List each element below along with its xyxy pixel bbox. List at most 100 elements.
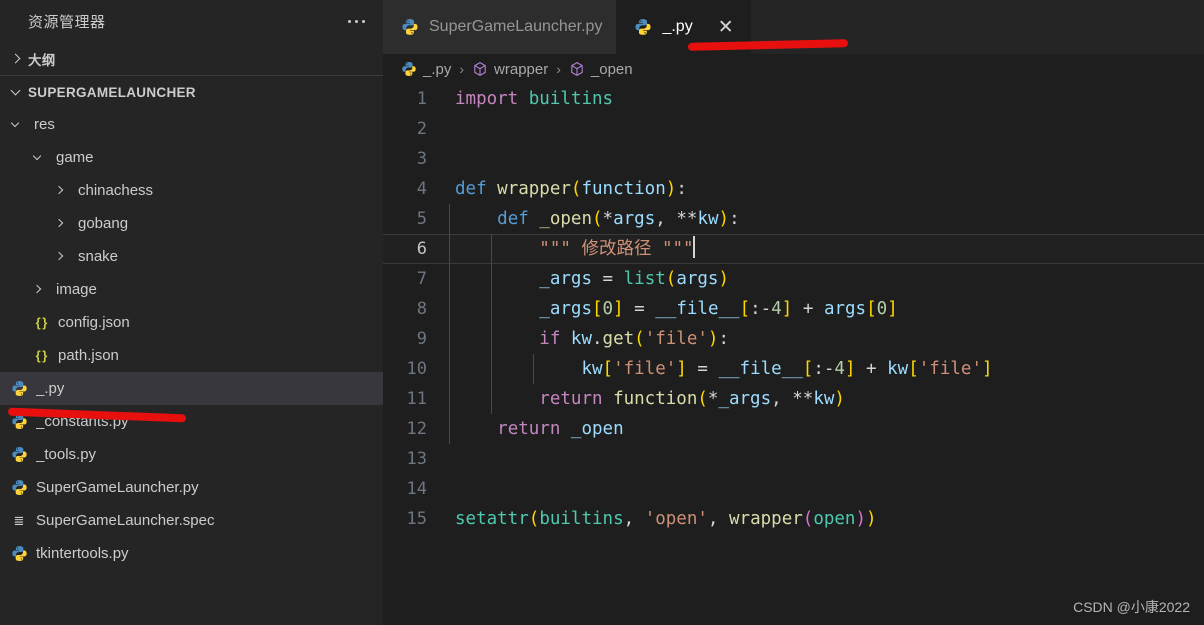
tab-supergamelauncher-py[interactable]: SuperGameLauncher.py bbox=[383, 0, 617, 54]
tree-item-label: tkintertools.py bbox=[36, 545, 129, 562]
line-number: 1 bbox=[416, 89, 427, 109]
code-editor[interactable]: 1 import builtins 2 3 4 def wrapper(function)… bbox=[383, 84, 1204, 625]
tree-item-label: gobang bbox=[78, 215, 129, 232]
breadcrumb-label: wrapper bbox=[494, 60, 549, 78]
tree-item-label: game bbox=[56, 149, 94, 166]
code-line[interactable]: 4 def wrapper(function): bbox=[383, 174, 1204, 204]
editor-tab-bar: SuperGameLauncher.py _.py ✕ bbox=[383, 0, 1204, 54]
spec-file-icon: ≣ bbox=[13, 513, 25, 528]
indent-guide bbox=[491, 264, 493, 294]
section-outline[interactable]: 大纲 bbox=[0, 42, 383, 75]
code-line[interactable]: 13 bbox=[383, 444, 1204, 474]
indent-guide bbox=[491, 384, 493, 414]
chevron-right-icon bbox=[30, 282, 46, 298]
tree-item-path-json[interactable]: { } path.json bbox=[0, 339, 383, 372]
tree-item-res[interactable]: res bbox=[0, 108, 383, 141]
tree-item-label: chinachess bbox=[78, 182, 154, 199]
watermark: CSDN @小康2022 bbox=[1073, 599, 1190, 615]
section-outline-label: 大纲 bbox=[28, 52, 56, 68]
tree-item-py[interactable]: _.py bbox=[0, 372, 383, 405]
code-line[interactable]: 9 if kw.get('file'): bbox=[383, 324, 1204, 354]
tree-item-image[interactable]: image bbox=[0, 273, 383, 306]
indent-guide bbox=[449, 384, 450, 414]
code-line[interactable]: 3 bbox=[383, 144, 1204, 174]
python-icon bbox=[8, 543, 30, 565]
code-line-text: import builtins bbox=[455, 89, 614, 109]
line-number: 15 bbox=[406, 509, 427, 529]
indent-guide bbox=[491, 294, 493, 324]
tree-item-snake[interactable]: snake bbox=[0, 240, 383, 273]
tree-item-tools-py[interactable]: _tools.py bbox=[0, 438, 383, 471]
line-number: 10 bbox=[406, 359, 427, 379]
tab-label: SuperGameLauncher.py bbox=[429, 18, 603, 35]
chevron-right-icon bbox=[8, 51, 24, 67]
tree-item-label: _constants.py bbox=[36, 413, 129, 430]
code-line-text: if kw.get('file'): bbox=[449, 324, 1204, 354]
indent-guide bbox=[449, 294, 450, 324]
section-project-root[interactable]: SUPERGAMELAUNCHER bbox=[0, 75, 383, 108]
dot bbox=[362, 19, 365, 23]
python-icon bbox=[401, 18, 419, 36]
chevron-down-icon bbox=[8, 84, 24, 100]
code-line[interactable]: 1 import builtins bbox=[383, 84, 1204, 114]
tree-item-tkintertools-py[interactable]: tkintertools.py bbox=[0, 537, 383, 570]
indent-guide bbox=[449, 324, 450, 354]
indent-guide bbox=[449, 264, 450, 294]
line-number: 9 bbox=[416, 329, 427, 349]
symbol-cube-icon bbox=[472, 61, 488, 77]
line-number: 7 bbox=[416, 269, 427, 289]
chevron-right-icon bbox=[52, 183, 68, 199]
explorer-title-bar: 资源管理器 bbox=[0, 0, 383, 42]
dot bbox=[355, 19, 358, 23]
explorer-more-actions-icon[interactable] bbox=[342, 14, 371, 29]
code-line[interactable]: 12 return _open bbox=[383, 414, 1204, 444]
tree-item-label: config.json bbox=[58, 314, 130, 331]
breadcrumb: _.py › wrapper › _open bbox=[383, 54, 1204, 84]
code-line[interactable]: 10 kw['file'] = __file__[:-4] + kw['file… bbox=[383, 354, 1204, 384]
code-line-text: _args = list(args) bbox=[449, 264, 1204, 294]
chevron-down-icon bbox=[8, 117, 24, 133]
code-line-text: _args[0] = __file__[:-4] + args[0] bbox=[449, 294, 1204, 324]
code-line[interactable]: 2 bbox=[383, 114, 1204, 144]
code-line[interactable]: 6 """ 修改路径 """ bbox=[383, 234, 1204, 264]
breadcrumb-item-file[interactable]: _.py bbox=[401, 61, 451, 78]
tree-item-constants-py[interactable]: _constants.py bbox=[0, 405, 383, 438]
tree-item-label: SuperGameLauncher.spec bbox=[36, 512, 215, 529]
breadcrumb-item-open[interactable]: _open bbox=[569, 61, 633, 78]
tree-item-label: res bbox=[34, 116, 55, 133]
code-line[interactable]: 8 _args[0] = __file__[:-4] + args[0] bbox=[383, 294, 1204, 324]
code-line[interactable]: 15 setattr(builtins, 'open', wrapper(open… bbox=[383, 504, 1204, 534]
tree-item-label: snake bbox=[78, 248, 119, 265]
tree-item-game[interactable]: game bbox=[0, 141, 383, 174]
tab-label: _.py bbox=[662, 18, 693, 35]
tree-item-label: _.py bbox=[36, 380, 65, 397]
python-icon bbox=[8, 378, 30, 400]
tree-item-label: SuperGameLauncher.py bbox=[36, 479, 199, 496]
chevron-right-icon bbox=[52, 216, 68, 232]
json-icon: { } bbox=[35, 348, 48, 363]
line-number: 11 bbox=[406, 389, 427, 409]
tab-underscore-py[interactable]: _.py ✕ bbox=[616, 0, 751, 54]
tree-item-chinachess[interactable]: chinachess bbox=[0, 174, 383, 207]
tree-item-label: path.json bbox=[58, 347, 119, 364]
line-number: 12 bbox=[406, 419, 427, 439]
tree-item-gobang[interactable]: gobang bbox=[0, 207, 383, 240]
code-line[interactable]: 14 bbox=[383, 474, 1204, 504]
tree-item-config-json[interactable]: { } config.json bbox=[0, 306, 383, 339]
code-line-text: """ 修改路径 """ bbox=[449, 234, 1204, 264]
python-icon bbox=[401, 61, 417, 77]
breadcrumb-item-wrapper[interactable]: wrapper bbox=[472, 61, 548, 78]
code-line[interactable]: 7 _args = list(args) bbox=[383, 264, 1204, 294]
symbol-cube-icon bbox=[569, 61, 585, 77]
indent-guide bbox=[449, 414, 450, 444]
tree-item-supergamelauncher-py[interactable]: SuperGameLauncher.py bbox=[0, 471, 383, 504]
explorer-sidebar: 资源管理器 大纲 SUPERGAMELAUNCHER res game chinac… bbox=[0, 0, 383, 625]
close-icon[interactable]: ✕ bbox=[715, 16, 737, 38]
code-line[interactable]: 11 return function(*_args, **kw) bbox=[383, 384, 1204, 414]
code-line[interactable]: 5 def _open(*args, **kw): bbox=[383, 204, 1204, 234]
indent-guide bbox=[533, 354, 535, 384]
indent-guide bbox=[449, 234, 450, 264]
tree-item-supergamelauncher-spec[interactable]: ≣ SuperGameLauncher.spec bbox=[0, 504, 383, 537]
line-number: 14 bbox=[406, 479, 427, 499]
code-line-text: setattr(builtins, 'open', wrapper(open)) bbox=[455, 509, 877, 529]
